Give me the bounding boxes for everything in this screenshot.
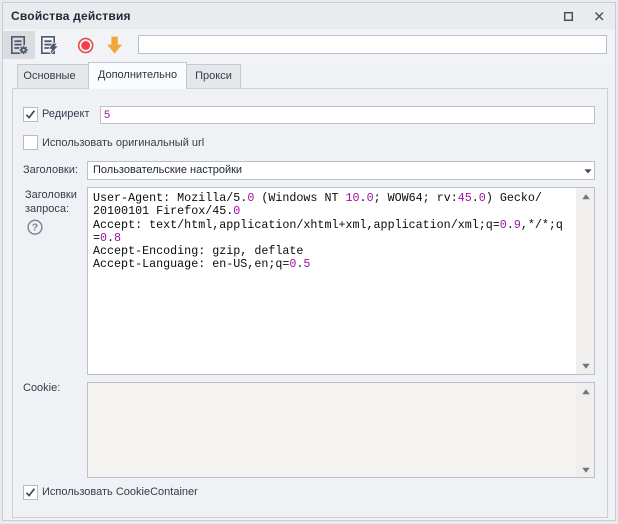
- svg-text:?: ?: [32, 222, 38, 234]
